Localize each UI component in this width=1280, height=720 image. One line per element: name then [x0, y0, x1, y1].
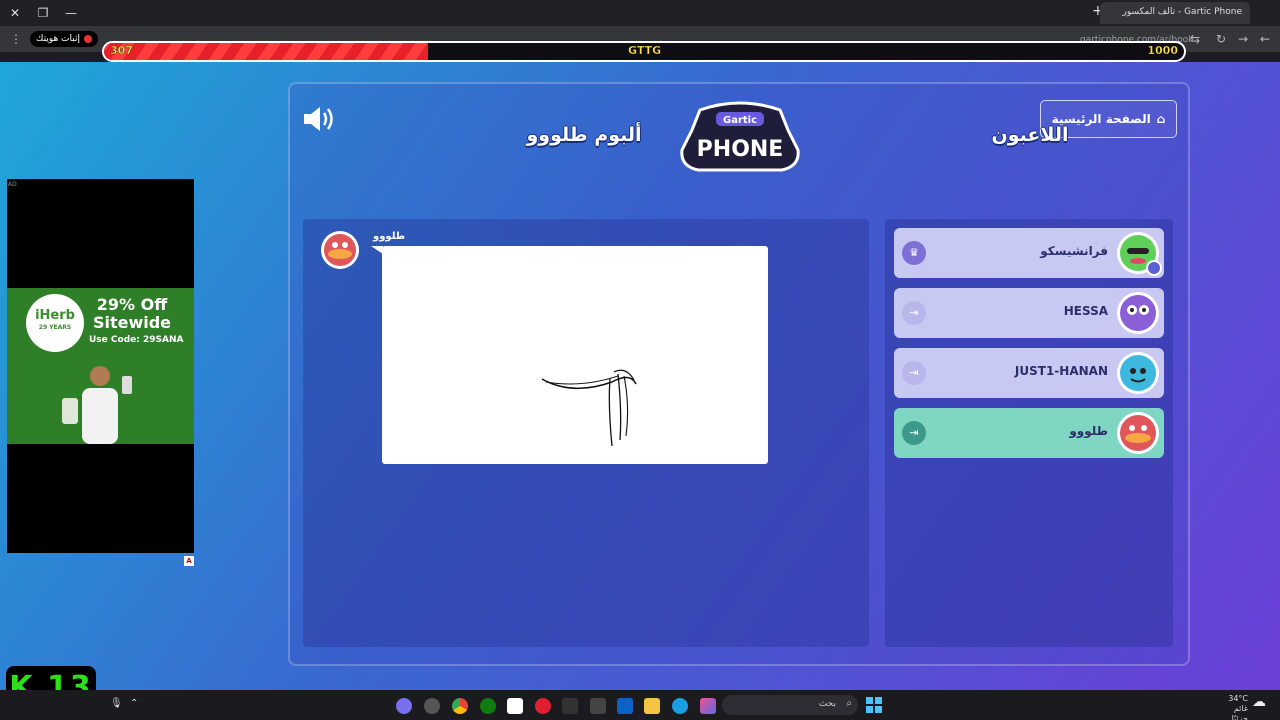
tab-gartic-phone[interactable]: Gartic Phone - تالف المكسور: [1100, 2, 1250, 24]
iherb-logo: iHerb 29 YEARS: [26, 294, 84, 352]
copilot-icon[interactable]: [700, 698, 716, 714]
outlook-icon[interactable]: [617, 698, 633, 714]
search-label: بحث: [818, 699, 836, 709]
app-icon[interactable]: [424, 698, 440, 714]
search-icon: ⌕: [846, 698, 852, 709]
recording-label: إثبات هويتك: [36, 34, 80, 44]
ad-brand-sub: 29 YEARS: [38, 324, 72, 331]
edge-icon[interactable]: [672, 698, 688, 714]
player-row: ♛ فرانشيسكو: [894, 228, 1164, 278]
chevron-up-icon[interactable]: ⌃: [130, 698, 146, 714]
player-name: HESSA: [1063, 304, 1108, 318]
hp-left-value: 307: [110, 44, 133, 57]
chrome-icon[interactable]: [452, 698, 468, 714]
player-row: ⇥ HESSA: [894, 288, 1164, 338]
home-icon: ⌂: [1156, 112, 1166, 126]
host-badge-icon: [1146, 260, 1162, 276]
logo-text-top: Gartic: [723, 115, 757, 126]
reload-icon[interactable]: ↻: [1216, 32, 1226, 46]
kick-icon[interactable]: ⇥: [902, 421, 926, 445]
hp-center-label: GTTG: [628, 44, 662, 57]
forward-icon[interactable]: →: [1238, 32, 1248, 46]
record-dot-icon: [84, 34, 92, 43]
app-icon[interactable]: [507, 698, 523, 714]
player-avatar: [1117, 292, 1159, 334]
player-name: فرانشيسكو: [1040, 244, 1108, 258]
menu-dots-icon[interactable]: ⋮: [10, 32, 22, 46]
player-row-me: ⇥ طلووو: [894, 408, 1164, 458]
ad-offer-line2: Sitewide: [92, 313, 172, 332]
player-name: طلووو: [1069, 424, 1108, 438]
site-settings-icon[interactable]: ⇆: [1190, 32, 1200, 46]
kick-icon[interactable]: ⇥: [902, 301, 926, 325]
discord-icon[interactable]: [396, 698, 412, 714]
kick-icon[interactable]: ⇥: [902, 361, 926, 385]
ad-brand: iHerb: [35, 308, 75, 323]
player-avatar: [1117, 412, 1159, 454]
windows-start-icon[interactable]: [866, 697, 882, 713]
player-name: JUST1-HANAN: [1014, 364, 1108, 378]
album-author-avatar: [321, 231, 359, 269]
app-icon[interactable]: [590, 698, 606, 714]
drawing-canvas: [382, 246, 768, 464]
album-author-name: طلووو: [373, 231, 406, 242]
hp-right-value: 1000: [1147, 44, 1178, 57]
logo-text-bottom: PHONE: [697, 137, 784, 162]
partly-cloudy-icon: ☁: [1252, 694, 1266, 710]
player-row: ⇥ JUST1-HANAN: [894, 348, 1164, 398]
crown-icon: ♛: [902, 241, 926, 265]
taskbar: [0, 690, 1280, 720]
microphone-icon[interactable]: 🎙: [110, 698, 126, 714]
app-icon[interactable]: [535, 698, 551, 714]
close-window-icon[interactable]: ✕: [6, 4, 24, 22]
players-title: اللاعبون: [991, 124, 1069, 146]
hp-bar: 307 GTTG 1000: [102, 41, 1186, 62]
minimize-window-icon[interactable]: —: [62, 4, 80, 22]
gartic-phone-logo: Gartic PHONE: [680, 101, 800, 172]
app-icon[interactable]: [562, 698, 578, 714]
ad-person-image: [62, 366, 132, 444]
ad-label: AD: [8, 181, 17, 188]
weather-temp: 34°C: [1228, 694, 1248, 703]
ad-offer: 29% Off Sitewide: [92, 296, 172, 332]
folder-icon[interactable]: [644, 698, 660, 714]
taskbar-search[interactable]: بحث ⌕: [722, 695, 858, 715]
ad-code: Use Code: 29SANA: [89, 335, 184, 345]
recording-indicator[interactable]: إثبات هويتك: [30, 31, 98, 47]
album-title: ألبوم طلووو: [526, 124, 642, 146]
hp-bar-fill: [104, 43, 428, 60]
ad-choices-icon[interactable]: A: [184, 556, 194, 566]
back-icon[interactable]: ←: [1260, 32, 1270, 46]
xbox-icon[interactable]: [480, 698, 496, 714]
tab-bar: ✕ ❐ — + Gartic Phone - تالف المكسور: [0, 0, 1280, 26]
ad-offer-line1: 29% Off: [96, 295, 168, 314]
player-avatar: [1117, 352, 1159, 394]
weather-widget[interactable]: 34°C غائم جزئيًا: [1218, 694, 1248, 720]
weather-text: غائم جزئيًا: [1231, 704, 1248, 720]
sound-icon[interactable]: [302, 104, 336, 134]
restore-window-icon[interactable]: ❐: [34, 4, 52, 22]
